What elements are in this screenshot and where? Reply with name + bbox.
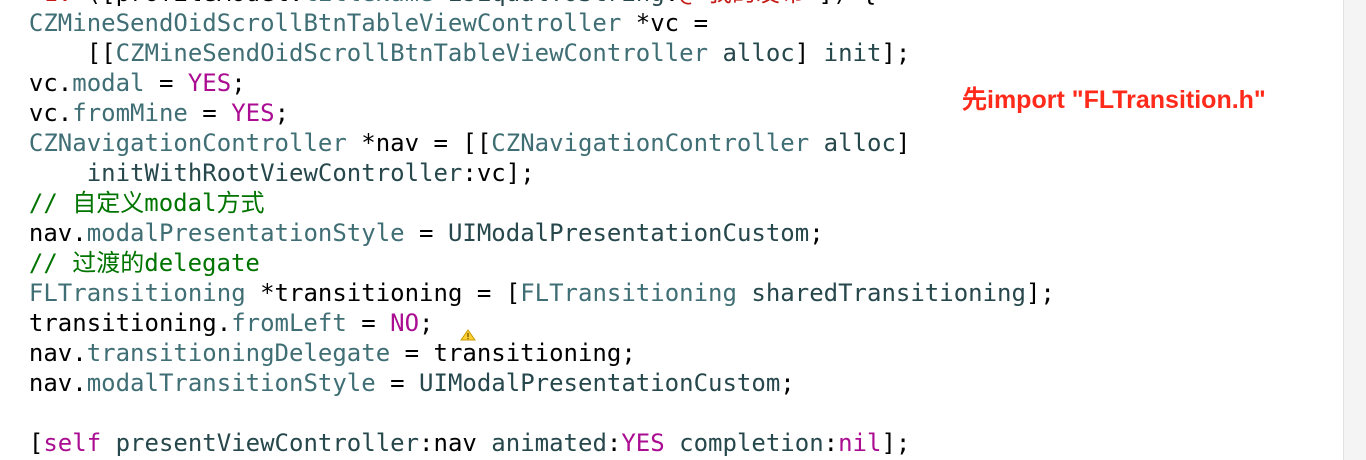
code-line[interactable]: FLTransitioning *transitioning = [FLTran… (0, 278, 1055, 308)
code-token: modal (72, 69, 145, 97)
code-token: YES (231, 99, 275, 127)
code-token: = (375, 369, 420, 397)
code-token: alloc (722, 39, 795, 67)
code-token: ]) { (819, 0, 877, 7)
code-line[interactable]: CZMineSendOidScrollBtnTableViewControlle… (0, 8, 708, 38)
code-token: = (144, 69, 188, 97)
code-token: *transitioning = [ (245, 279, 521, 307)
code-token: ; (274, 99, 290, 127)
code-token: = (346, 309, 391, 337)
code-token: modalTransitionStyle (86, 369, 376, 397)
code-token: *vc = (621, 9, 709, 37)
code-editor[interactable]: 1: ([profileModel.titleName isEqualToStr… (0, 0, 1366, 460)
code-line[interactable]: // 过渡的delegate (0, 248, 260, 278)
code-token: isEqualToString (448, 0, 665, 7)
code-token: ]; (881, 39, 911, 67)
vertical-scrollbar[interactable] (1343, 0, 1366, 460)
code-token: YES (621, 429, 665, 457)
code-token: @"我的发布" (679, 0, 818, 7)
code-token: CZNavigationController (28, 129, 347, 157)
code-token: = transitioning; (390, 339, 636, 367)
code-token: FLTransitioning (520, 279, 737, 307)
code-line[interactable]: vc.modal = YES; (0, 68, 246, 98)
code-token: *nav = [[ (346, 129, 492, 157)
code-token: self (43, 429, 102, 457)
code-token: presentViewController (115, 429, 420, 457)
code-token: ]; (1025, 279, 1055, 307)
code-token: UIModalPresentationCustom (447, 219, 810, 247)
code-token: :nav (419, 429, 492, 457)
code-token: nav. (0, 339, 87, 367)
code-token: : (823, 429, 839, 457)
code-token: [[ (0, 39, 116, 67)
code-token: vc. (0, 69, 73, 97)
code-line[interactable]: [self presentViewController:nav animated… (0, 428, 910, 458)
code-line[interactable]: [[CZMineSendOidScrollBtnTableViewControl… (0, 38, 911, 68)
code-token: = (187, 99, 232, 127)
code-token: [ (0, 429, 44, 457)
code-token: nav. (0, 219, 87, 247)
code-token: ] (895, 129, 911, 157)
code-token: ([ (87, 0, 116, 7)
code-token: sharedTransitioning (751, 279, 1026, 307)
code-token: animated (491, 429, 607, 457)
code-token: vc. (0, 99, 73, 127)
code-token: fromMine (72, 99, 188, 127)
code-token: ; (809, 219, 824, 247)
import-annotation: 先import "FLTransition.h" (962, 86, 1266, 114)
code-token: titleName (303, 0, 433, 7)
code-token: UIModalPresentationCustom (419, 369, 781, 397)
code-line[interactable]: 1: ([profileModel.titleName isEqualToStr… (0, 0, 876, 8)
code-token: ; (231, 69, 246, 97)
code-token: ; (780, 369, 795, 397)
code-token: ]; (881, 429, 911, 457)
code-token: CZMineSendOidScrollBtnTableViewControlle… (115, 39, 709, 67)
code-token: // 自定义modal方式 (0, 189, 265, 217)
warning-triangle-icon[interactable] (459, 329, 477, 341)
code-token: ] (794, 39, 824, 67)
code-line[interactable]: vc.fromMine = YES; (0, 98, 289, 128)
code-token: fromLeft (231, 309, 347, 337)
code-token: = (404, 219, 448, 247)
code-token: FLTransitioning (28, 279, 246, 307)
code-line[interactable]: nav.transitioningDelegate = transitionin… (0, 338, 636, 368)
code-line[interactable]: transitioning.fromLeft = NO; (0, 308, 434, 338)
code-token: YES (187, 69, 232, 97)
code-token: NO (390, 309, 420, 337)
code-token: CZNavigationController (491, 129, 810, 157)
code-token: CZMineSendOidScrollBtnTableViewControlle… (28, 9, 622, 37)
code-token: profileModel (116, 0, 289, 7)
code-line[interactable]: nav.modalTransitionStyle = UIModalPresen… (0, 368, 795, 398)
code-token: nil (838, 429, 882, 457)
code-token: transitioningDelegate (86, 339, 391, 367)
code-token: 1: (0, 0, 87, 7)
code-token: : (665, 0, 679, 7)
code-token: completion (679, 429, 824, 457)
code-token: // 过渡的delegate (0, 249, 260, 277)
code-token: alloc (823, 129, 896, 157)
code-line[interactable]: initWithRootViewController:vc]; (0, 158, 535, 188)
code-token: transitioning. (0, 309, 232, 337)
code-token: ; (419, 309, 434, 337)
code-token: :vc]; (462, 159, 535, 187)
code-line[interactable]: nav.modalPresentationStyle = UIModalPres… (0, 218, 824, 248)
code-line[interactable]: CZNavigationController *nav = [[CZNaviga… (0, 128, 910, 158)
code-token: init (823, 39, 882, 67)
code-token: . (289, 0, 303, 7)
code-token: initWithRootViewController (86, 159, 463, 187)
code-token: nav. (0, 369, 87, 397)
code-token: : (606, 429, 622, 457)
code-token: modalPresentationStyle (86, 219, 405, 247)
code-line[interactable]: // 自定义modal方式 (0, 188, 265, 218)
